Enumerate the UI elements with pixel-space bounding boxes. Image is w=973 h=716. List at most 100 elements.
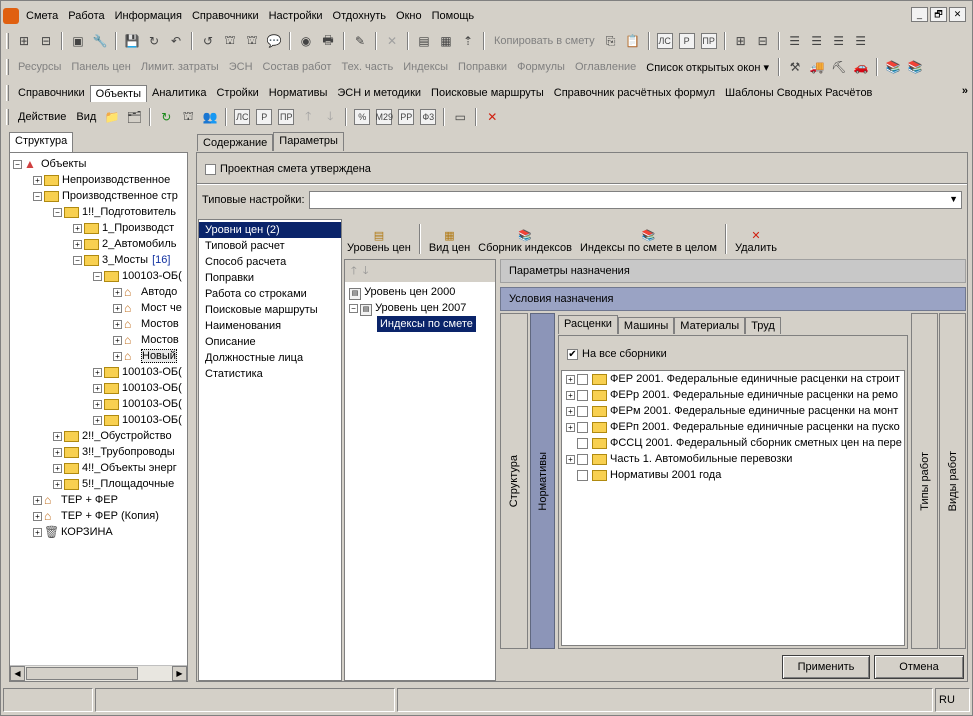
tab-analytics[interactable]: Аналитика: [147, 85, 211, 101]
folder-minus-icon[interactable]: 🗂: [123, 106, 145, 128]
close-button[interactable]: ✕: [949, 7, 966, 22]
expand-icon[interactable]: +: [566, 374, 575, 384]
tree-node[interactable]: + ⌂ ТЕР + ФЕР: [13, 492, 187, 508]
collection-checkbox[interactable]: [577, 437, 588, 449]
tree-node[interactable]: + 🗑 КОРЗИНА: [13, 524, 187, 540]
menu-settings[interactable]: Настройки: [264, 10, 328, 22]
collapse-icon[interactable]: −: [73, 255, 82, 265]
paste-icon[interactable]: 📋: [622, 30, 644, 52]
books-icon[interactable]: 📚: [882, 56, 904, 78]
tree-node[interactable]: − 100103-ОБ(: [13, 268, 187, 284]
work-composition-button[interactable]: Состав работ: [258, 61, 337, 73]
comment-icon[interactable]: 💬: [263, 30, 285, 52]
level-2007[interactable]: − ▤ Уровень цен 2007: [349, 300, 476, 316]
approved-checkbox-row[interactable]: Проектная смета утверждена: [205, 163, 371, 175]
outdent2-icon[interactable]: ☰: [850, 30, 872, 52]
chevron-more-icon[interactable]: »: [962, 85, 968, 97]
conditions-header[interactable]: Условия назначения: [500, 287, 966, 311]
scroll-left-icon[interactable]: ◀: [10, 666, 25, 681]
tree-node[interactable]: + ⌂ Мостов: [13, 316, 187, 332]
esn-button[interactable]: ЭСН: [224, 61, 258, 73]
folder-up-icon[interactable]: 📁: [101, 106, 123, 128]
price-type-button[interactable]: ▦ Вид цен: [429, 229, 470, 254]
p-icon[interactable]: Р: [676, 30, 698, 52]
pr-icon[interactable]: ПР: [698, 30, 720, 52]
percent-icon[interactable]: %: [351, 106, 373, 128]
menu-rabota[interactable]: Работа: [63, 10, 109, 22]
tree-node[interactable]: +100103-ОБ(: [13, 364, 187, 380]
expand-icon[interactable]: +: [53, 431, 62, 441]
vtab-work-kinds[interactable]: Виды работ: [939, 313, 966, 649]
tree-node[interactable]: + ⌂ ТЕР + ФЕР (Копия): [13, 508, 187, 524]
scroll-right-icon[interactable]: ▶: [172, 666, 187, 681]
tree-node[interactable]: + Непроизводственное: [13, 172, 187, 188]
truck-icon[interactable]: 🚚: [806, 56, 828, 78]
tab-search-routes[interactable]: Поисковые маршруты: [426, 85, 549, 101]
collection-item[interactable]: + ФЕРм 2001. Федеральные единичные расцен…: [562, 403, 904, 419]
cancel-button[interactable]: Отмена: [874, 655, 964, 679]
expand-icon[interactable]: +: [53, 479, 62, 489]
tab-objects[interactable]: Объекты: [89, 84, 148, 102]
view-icon[interactable]: ◉: [295, 30, 317, 52]
collection-checkbox[interactable]: [577, 469, 588, 481]
tree-node[interactable]: − Производственное стр: [13, 188, 187, 204]
hierarchy2-icon[interactable]: ⛫: [241, 30, 263, 52]
formulas-button[interactable]: Формулы: [512, 61, 570, 73]
arrow-up-icon[interactable]: 🡑: [297, 106, 319, 128]
menu-smeta[interactable]: Смета: [21, 10, 63, 22]
all-collections-row[interactable]: ✔ На все сборники: [567, 348, 667, 360]
vtab-work-types[interactable]: Типы работ: [911, 313, 938, 649]
expand-icon[interactable]: +: [53, 447, 62, 457]
expand-icon[interactable]: +: [113, 303, 122, 313]
collection-item[interactable]: + ФЕР 2001. Федеральные единичные расценк…: [562, 371, 904, 387]
hierarchy-icon[interactable]: ⛫: [219, 30, 241, 52]
corrections-button[interactable]: Поправки: [453, 61, 512, 73]
outdent-icon[interactable]: ☰: [806, 30, 828, 52]
tree-node[interactable]: +100103-ОБ(: [13, 412, 187, 428]
tab-machines[interactable]: Машины: [617, 317, 675, 334]
all-collections-checkbox[interactable]: ✔: [567, 348, 578, 360]
tech-part-button[interactable]: Тех. часть: [336, 61, 398, 73]
tree-node[interactable]: +3!!_Трубопроводы: [13, 444, 187, 460]
tree-node[interactable]: +5!!_Площадочные: [13, 476, 187, 492]
expand-icon[interactable]: +: [33, 495, 42, 505]
tab-rates[interactable]: Расценки: [558, 315, 618, 334]
price-level-button[interactable]: ▤ Уровень цен: [347, 229, 411, 254]
tab-parameters[interactable]: Параметры: [273, 132, 344, 151]
menu-window[interactable]: Окно: [391, 10, 427, 22]
tree-icon-3[interactable]: ⊟: [752, 30, 774, 52]
tab-formulas[interactable]: Справочник расчётных формул: [549, 85, 720, 101]
pr-doc-icon[interactable]: ПР: [275, 106, 297, 128]
collection-item[interactable]: ФССЦ 2001. Федеральный сборник сметных ц…: [562, 435, 904, 451]
tree-node[interactable]: +1_Производст: [13, 220, 187, 236]
expand-icon[interactable]: +: [113, 351, 122, 361]
delete-button[interactable]: ✕ Удалить: [735, 229, 777, 254]
collection-checkbox[interactable]: [577, 373, 588, 385]
tab-normativy[interactable]: Нормативы: [264, 85, 333, 101]
expand-icon[interactable]: +: [33, 511, 42, 521]
pp-icon[interactable]: РР: [395, 106, 417, 128]
refresh-green-icon[interactable]: ↻: [155, 106, 177, 128]
level-2000[interactable]: ▤ Уровень цен 2000: [349, 284, 476, 300]
collection-item[interactable]: Нормативы 2001 года: [562, 467, 904, 483]
expand-icon[interactable]: +: [53, 463, 62, 473]
collection-item[interactable]: + Часть 1. Автомобильные перевозки: [562, 451, 904, 467]
settings-item[interactable]: Наименования: [199, 318, 341, 334]
expand-icon[interactable]: +: [93, 399, 102, 409]
tab-spravochniki[interactable]: Справочники: [13, 85, 90, 101]
contents-button[interactable]: Оглавление: [570, 61, 641, 73]
price-panel-button[interactable]: Панель цен: [66, 61, 135, 73]
resources-button[interactable]: Ресурсы: [13, 61, 66, 73]
edit-icon[interactable]: ✎: [349, 30, 371, 52]
tree-node[interactable]: + ⌂ Новый: [13, 348, 187, 364]
tree-icon-2[interactable]: ⊞: [730, 30, 752, 52]
f3-icon[interactable]: Ф3: [417, 106, 439, 128]
estimate-indexes-button[interactable]: 📚 Индексы по смете в целом: [580, 229, 717, 254]
delete-icon[interactable]: ✕: [381, 30, 403, 52]
vtab-structure[interactable]: Структура: [500, 313, 528, 649]
tree-node[interactable]: − 1!!_Подготовитель: [13, 204, 187, 220]
move-up-icon[interactable]: ⇡: [457, 30, 479, 52]
tree-add-icon[interactable]: ⊟: [35, 30, 57, 52]
arrow-down-icon[interactable]: 🡓: [319, 106, 341, 128]
settings-item[interactable]: Описание: [199, 334, 341, 350]
